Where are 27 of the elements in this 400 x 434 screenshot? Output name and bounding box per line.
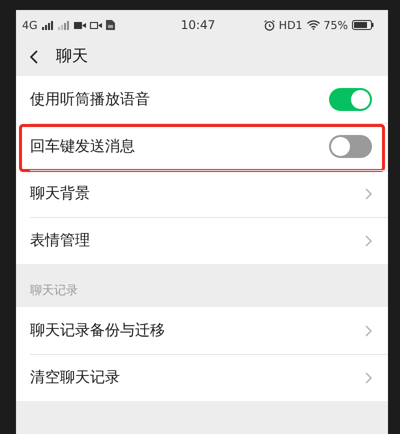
alarm-clock-icon — [264, 20, 275, 30]
battery-percent: 75% — [324, 18, 348, 32]
signal-icon — [58, 20, 70, 30]
setting-label[interactable]: 表情管理 — [30, 231, 90, 249]
signal-icon — [42, 20, 54, 30]
setting-label[interactable]: 聊天背景 — [30, 184, 90, 202]
toggle-switch[interactable] — [329, 88, 372, 111]
section-header: 聊天记录 — [29, 282, 78, 299]
back-icon[interactable] — [30, 50, 38, 64]
chevron-right-icon — [365, 234, 372, 246]
setting-label: 使用听筒播放语音 — [30, 90, 150, 108]
network-type: 4G — [22, 18, 38, 32]
chevron-right-icon — [365, 372, 372, 384]
setting-label: 回车键发送消息 — [30, 137, 135, 155]
toggle-switch[interactable] — [329, 135, 372, 158]
chevron-right-icon — [365, 188, 372, 200]
video-camera-icon — [74, 22, 86, 28]
chevron-right-icon — [365, 324, 372, 336]
clock-time: 10:47 — [180, 18, 216, 32]
setting-label[interactable]: 聊天记录备份与迁移 — [30, 321, 165, 339]
sim-card-icon — [106, 20, 115, 30]
video-camera-icon — [90, 22, 102, 28]
wifi-icon — [306, 20, 320, 30]
battery-icon — [352, 20, 374, 30]
hd-indicator: HD1 — [278, 18, 303, 32]
page-title: 聊天 — [56, 46, 88, 67]
setting-label[interactable]: 清空聊天记录 — [30, 368, 120, 386]
